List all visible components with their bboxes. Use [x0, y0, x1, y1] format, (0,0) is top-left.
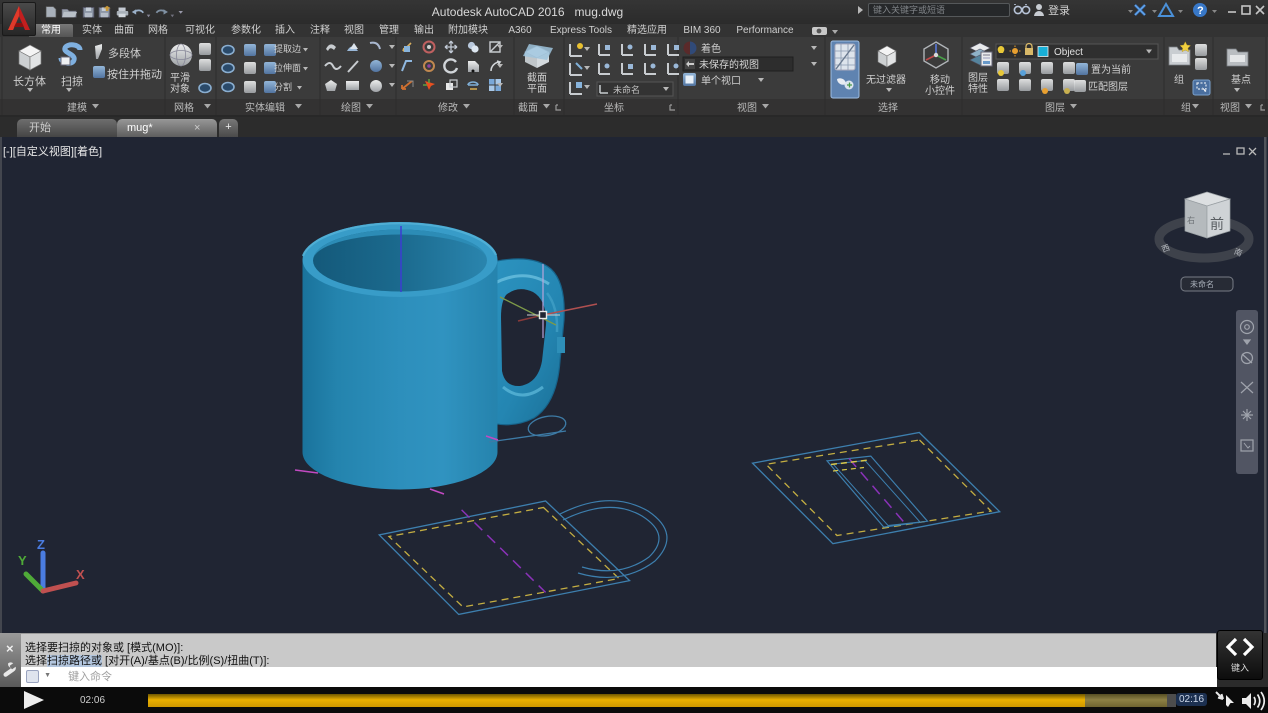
svg-text:分割: 分割: [274, 81, 292, 92]
svg-text:图层: 图层: [1045, 102, 1065, 114]
svg-text:特性: 特性: [968, 82, 988, 95]
svg-text:视图: 视图: [737, 101, 757, 114]
svg-text:?: ?: [1197, 5, 1204, 17]
svg-text:绘图: 绘图: [341, 101, 361, 114]
svg-text:提取边: 提取边: [274, 44, 301, 54]
svg-text:拉伸面: 拉伸面: [274, 62, 301, 73]
svg-text:登录: 登录: [1048, 3, 1070, 17]
svg-text:匹配图层: 匹配图层: [1088, 81, 1128, 93]
svg-text:平面: 平面: [527, 84, 547, 95]
svg-text:建模: 建模: [67, 101, 87, 114]
svg-text:基点: 基点: [1231, 73, 1251, 86]
svg-text:组: 组: [1181, 101, 1191, 114]
svg-text:扫掠: 扫掠: [61, 74, 83, 88]
svg-text:未命名: 未命名: [1190, 279, 1214, 289]
svg-text:Object: Object: [1054, 47, 1083, 58]
svg-text:按住并拖动: 按住并拖动: [107, 67, 162, 81]
svg-text:X: X: [76, 567, 85, 582]
svg-text:实体编辑: 实体编辑: [245, 101, 285, 114]
svg-text:截面: 截面: [518, 101, 538, 114]
svg-text:截面: 截面: [527, 71, 547, 84]
svg-text:多段体: 多段体: [108, 46, 141, 60]
svg-text:坐标: 坐标: [604, 102, 624, 114]
svg-text:视图: 视图: [1220, 101, 1240, 114]
svg-text:Z: Z: [37, 537, 45, 552]
svg-text:平滑: 平滑: [170, 72, 190, 84]
svg-text:无过滤器: 无过滤器: [866, 73, 906, 86]
svg-text:单个视口: 单个视口: [701, 74, 741, 87]
svg-text:置为当前: 置为当前: [1091, 63, 1131, 76]
svg-text:Y: Y: [18, 553, 27, 568]
svg-text:小控件: 小控件: [925, 84, 955, 97]
svg-text:修改: 修改: [438, 101, 458, 114]
svg-text:对象: 对象: [170, 82, 190, 95]
svg-text:图层: 图层: [968, 72, 988, 84]
svg-text:着色: 着色: [701, 42, 721, 55]
svg-text:右: 右: [1187, 215, 1195, 225]
svg-text:前: 前: [1210, 216, 1224, 232]
svg-text:移动: 移动: [930, 73, 950, 86]
svg-text:未命名: 未命名: [613, 84, 640, 95]
svg-text:选择: 选择: [878, 101, 898, 114]
svg-text:网格: 网格: [174, 101, 194, 114]
svg-text:长方体: 长方体: [13, 74, 46, 88]
svg-text:未保存的视图: 未保存的视图: [699, 58, 759, 71]
svg-text:组: 组: [1174, 73, 1184, 86]
